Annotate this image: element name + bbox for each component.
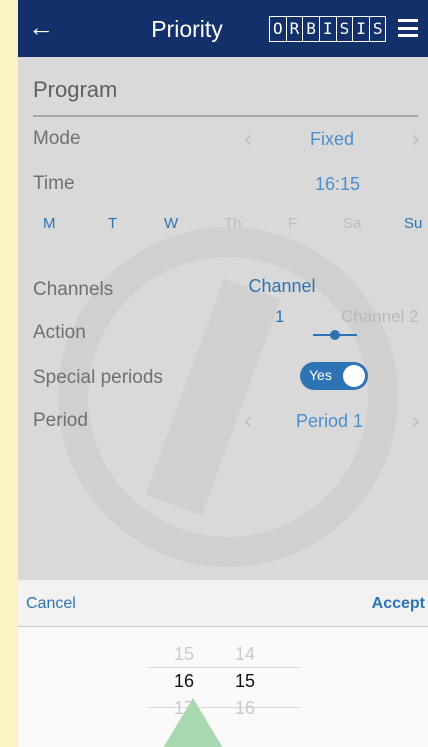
minute-selected[interactable]: 15 (215, 668, 275, 695)
orbis-logo: O R B I S I S (269, 16, 387, 42)
chevron-right-icon[interactable]: › (411, 407, 421, 435)
special-periods-label: Special periods (33, 367, 163, 388)
divider (33, 115, 418, 117)
accept-button[interactable]: Accept (372, 595, 425, 613)
action-slider[interactable] (313, 330, 357, 340)
channel-2-label[interactable]: Channel 2 (341, 307, 419, 327)
program-heading: Program (33, 77, 118, 102)
app-screen: ← Priority O R B I S I S Program Mode ‹ … (18, 0, 428, 747)
day-sunday[interactable]: Su (404, 215, 422, 232)
hour-selected[interactable]: 16 (154, 668, 214, 695)
program-form: Program Mode ‹ Fixed › Time 16:15 M T W … (18, 57, 428, 580)
chevron-left-icon[interactable]: ‹ (243, 125, 253, 153)
day-saturday[interactable]: Sa (343, 215, 361, 232)
time-label: Time (33, 173, 75, 194)
chevron-right-icon[interactable]: › (411, 125, 421, 153)
toggle-knob (343, 365, 365, 387)
action-label: Action (33, 322, 86, 343)
cancel-button[interactable]: Cancel (26, 595, 76, 613)
time-value[interactable]: 16:15 (315, 174, 360, 195)
mode-label: Mode (33, 128, 81, 149)
chevron-left-icon[interactable]: ‹ (243, 407, 253, 435)
slider-handle[interactable] (330, 330, 340, 340)
channel-1-label[interactable]: Channel (240, 275, 324, 297)
day-wednesday[interactable]: W (164, 215, 178, 232)
period-label: Period (33, 410, 88, 431)
mode-value: Fixed (310, 129, 355, 149)
day-tuesday[interactable]: T (108, 215, 117, 232)
top-bar: ← Priority O R B I S I S (18, 0, 428, 57)
channel-1-number[interactable]: 1 (275, 307, 284, 327)
time-picker: 15 16 17 14 15 16 (18, 627, 428, 747)
day-monday[interactable]: M (43, 215, 56, 232)
special-periods-toggle[interactable]: Yes (300, 362, 368, 390)
day-friday[interactable]: F (288, 215, 297, 232)
menu-icon[interactable] (398, 19, 418, 37)
hour-option[interactable]: 15 (154, 641, 214, 668)
day-thursday[interactable]: Th (224, 215, 242, 232)
toggle-label: Yes (309, 367, 332, 383)
minute-wheel[interactable]: 14 15 16 (215, 641, 275, 722)
minute-option[interactable]: 16 (215, 695, 275, 722)
minute-option[interactable]: 14 (215, 641, 275, 668)
period-value: Period 1 (296, 411, 364, 431)
channels-label: Channels (33, 279, 114, 300)
watermark-logo (58, 227, 398, 567)
pointer-arrow-icon (163, 698, 223, 747)
picker-toolbar: Cancel Accept (18, 580, 428, 627)
